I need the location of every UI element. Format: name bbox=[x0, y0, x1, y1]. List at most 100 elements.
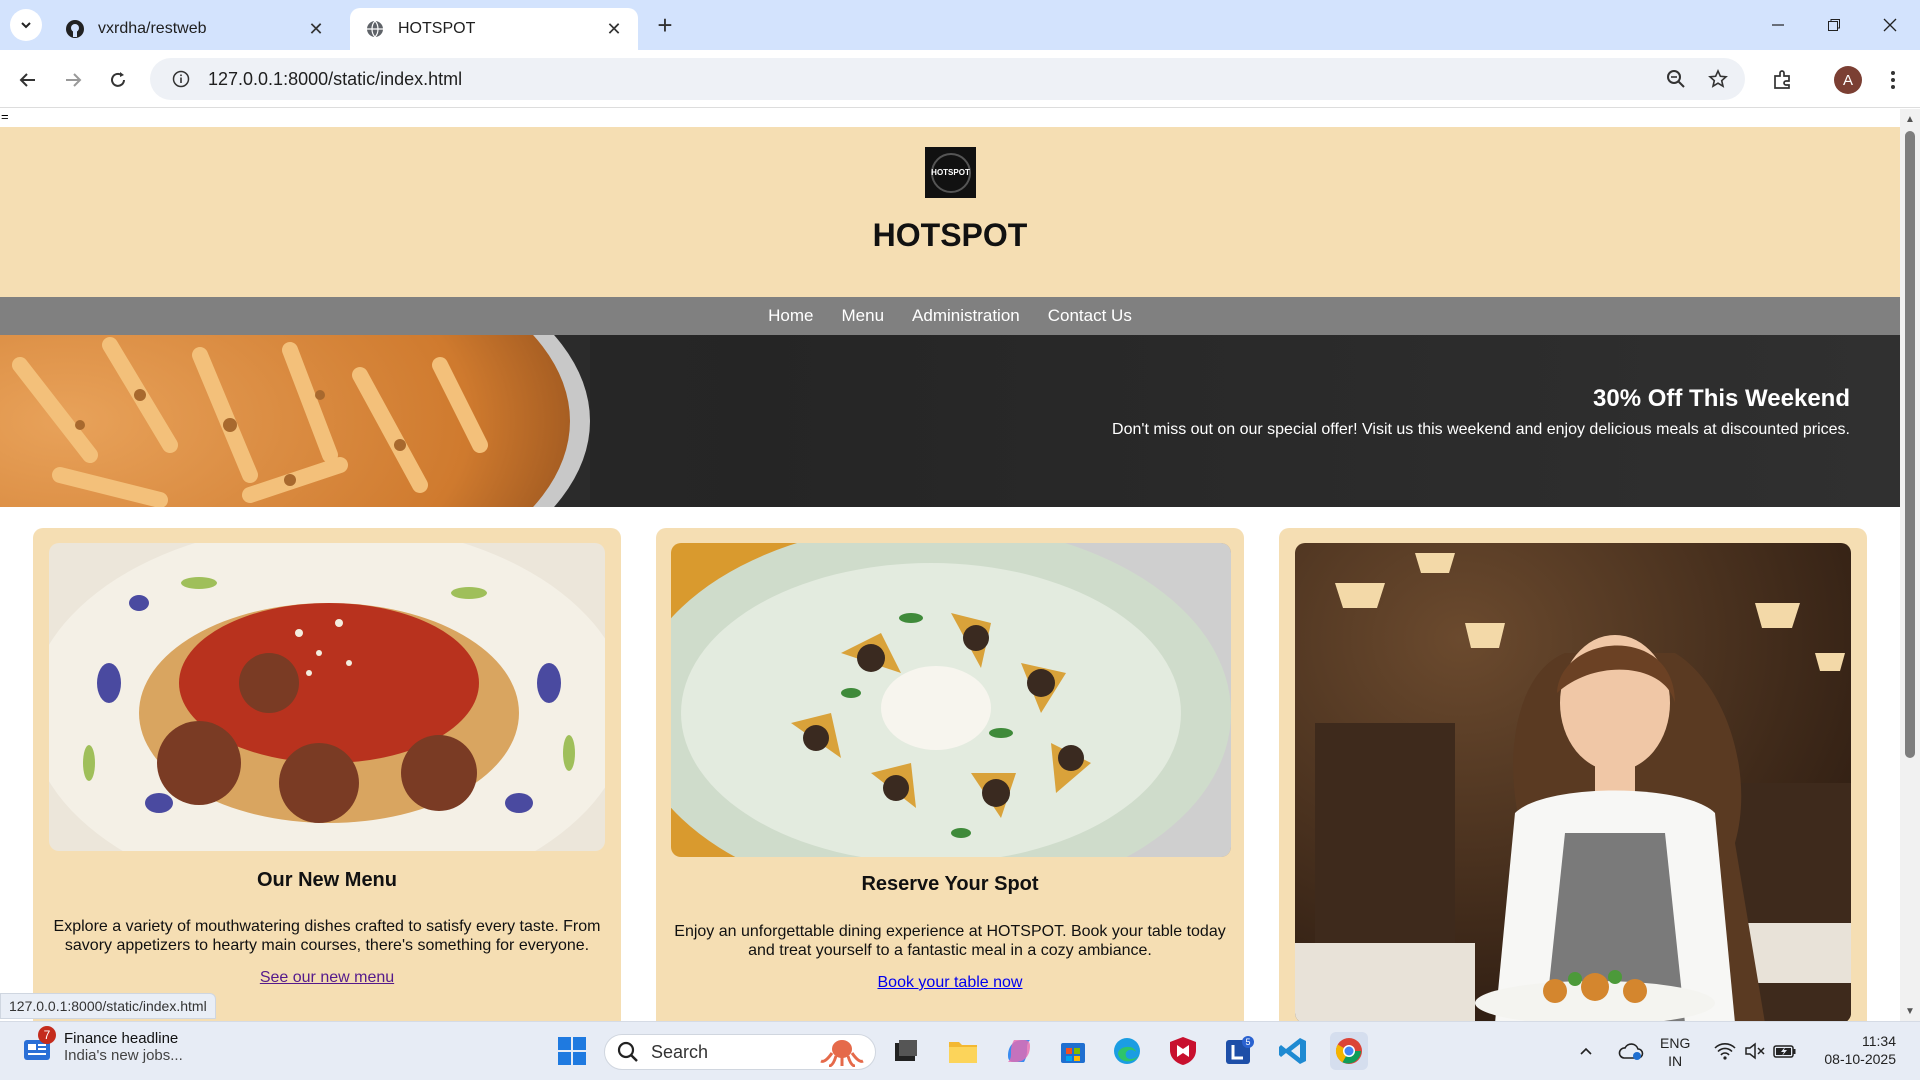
taskbar-search[interactable]: Search bbox=[604, 1034, 876, 1070]
l-app-icon: 5 bbox=[1226, 1036, 1254, 1064]
pasta-bowl-image bbox=[0, 335, 590, 507]
scroll-up-icon[interactable]: ▲ bbox=[1904, 113, 1916, 125]
restore-icon bbox=[1828, 19, 1840, 31]
news-badge: 7 bbox=[38, 1026, 56, 1044]
news-subtitle: India's new jobs... bbox=[64, 1047, 183, 1064]
site-header: HOTSPOT HOTSPOT bbox=[0, 127, 1900, 297]
page-viewport: = HOTSPOT HOTSPOT Home Menu Administrati… bbox=[0, 109, 1920, 1021]
nav-home[interactable]: Home bbox=[768, 306, 813, 326]
volume-button[interactable] bbox=[1740, 1032, 1770, 1070]
wifi-button[interactable] bbox=[1710, 1032, 1740, 1070]
url-text: 127.0.0.1:8000/static/index.html bbox=[208, 68, 463, 89]
tab-title: vxrdha/restweb bbox=[98, 20, 207, 37]
reload-icon bbox=[111, 72, 125, 87]
clock-time: 11:34 bbox=[1862, 1033, 1896, 1049]
windows-icon bbox=[558, 1037, 586, 1065]
browser-toolbar: 127.0.0.1:8000/static/index.html A bbox=[0, 50, 1920, 108]
arrow-left-icon bbox=[19, 73, 35, 87]
site-info-icon[interactable] bbox=[170, 68, 192, 90]
more-menu-icon[interactable] bbox=[1877, 64, 1909, 96]
folder-icon bbox=[949, 1042, 977, 1063]
battery-charging-icon bbox=[1773, 1045, 1796, 1058]
nav-menu[interactable]: Menu bbox=[842, 306, 885, 326]
chrome-icon bbox=[1335, 1038, 1362, 1064]
link-status-bar: 127.0.0.1:8000/static/index.html bbox=[0, 993, 216, 1019]
news-icon: 7 bbox=[22, 1026, 56, 1062]
search-icon bbox=[617, 1041, 638, 1062]
github-icon bbox=[64, 18, 86, 40]
promo-title: 30% Off This Weekend bbox=[1593, 385, 1850, 412]
file-explorer-button[interactable] bbox=[944, 1032, 982, 1070]
search-label: Search bbox=[651, 1041, 709, 1062]
card-text: Enjoy an unforgettable dining experience… bbox=[674, 923, 1226, 959]
store-icon bbox=[1061, 1043, 1085, 1063]
chevron-up-icon bbox=[1580, 1047, 1592, 1055]
site-title: HOTSPOT bbox=[872, 217, 1028, 253]
windows-taskbar: 7 Finance headline India's new jobs... S… bbox=[0, 1021, 1920, 1080]
dumplings-image bbox=[671, 543, 1231, 857]
vscode-button[interactable] bbox=[1274, 1032, 1312, 1070]
extensions-icon[interactable] bbox=[1766, 64, 1798, 96]
spaghetti-image bbox=[49, 543, 605, 851]
new-tab-button[interactable]: + bbox=[650, 10, 680, 40]
lang-line1: ENG bbox=[1660, 1035, 1691, 1051]
copilot-button[interactable] bbox=[1000, 1032, 1038, 1070]
copilot-icon bbox=[1008, 1040, 1030, 1062]
reload-button[interactable] bbox=[102, 64, 134, 96]
nav-administration[interactable]: Administration bbox=[912, 306, 1020, 326]
store-badge: 5 bbox=[1245, 1037, 1250, 1047]
tab-search-button[interactable] bbox=[10, 9, 42, 41]
clock[interactable]: 11:34 08-10-2025 bbox=[1808, 1032, 1908, 1068]
mcafee-button[interactable] bbox=[1164, 1032, 1202, 1070]
show-hidden-icons-button[interactable] bbox=[1572, 1032, 1600, 1070]
see-new-menu-link[interactable]: See our new menu bbox=[33, 969, 621, 987]
mcafee-shield-icon bbox=[1170, 1037, 1196, 1065]
chrome-button[interactable] bbox=[1330, 1032, 1368, 1070]
restore-button[interactable] bbox=[1806, 0, 1862, 50]
close-icon[interactable]: ✕ bbox=[604, 19, 624, 39]
chevron-down-icon bbox=[21, 22, 31, 29]
close-window-button[interactable] bbox=[1862, 0, 1918, 50]
octopus-icon bbox=[820, 1040, 864, 1067]
tab-hotspot[interactable]: HOTSPOT ✕ bbox=[350, 8, 638, 50]
edge-button[interactable] bbox=[1108, 1032, 1146, 1070]
lang-line2: IN bbox=[1668, 1053, 1683, 1069]
tab-title: HOTSPOT bbox=[398, 20, 476, 37]
card-text: Explore a variety of mouthwatering dishe… bbox=[53, 918, 601, 954]
minimize-button[interactable] bbox=[1750, 0, 1806, 50]
promo-banner: 30% Off This Weekend Don't miss out on o… bbox=[0, 335, 1900, 507]
waitress-image bbox=[1295, 543, 1851, 1021]
stray-text: = bbox=[1, 109, 9, 124]
language-indicator[interactable]: ENG IN bbox=[1660, 1034, 1690, 1070]
news-widget[interactable]: 7 Finance headline India's new jobs... bbox=[22, 1026, 183, 1064]
minimize-icon bbox=[1772, 24, 1784, 26]
forward-button[interactable] bbox=[57, 64, 89, 96]
start-button[interactable] bbox=[553, 1032, 591, 1070]
wifi-icon bbox=[1714, 1043, 1736, 1060]
scrollbar-thumb[interactable] bbox=[1905, 131, 1915, 758]
tab-github[interactable]: vxrdha/restweb ✕ bbox=[50, 8, 340, 50]
close-icon bbox=[1883, 18, 1897, 32]
zoom-icon[interactable] bbox=[1664, 67, 1688, 91]
battery-button[interactable] bbox=[1770, 1032, 1800, 1070]
vscode-icon bbox=[1279, 1038, 1306, 1064]
task-view-icon bbox=[895, 1040, 917, 1061]
card-waitress bbox=[1279, 528, 1867, 1021]
arrow-right-icon bbox=[66, 73, 82, 87]
browser-tab-bar: vxrdha/restweb ✕ HOTSPOT ✕ + bbox=[0, 0, 1920, 50]
nav-contact-us[interactable]: Contact Us bbox=[1048, 306, 1132, 326]
task-view-button[interactable] bbox=[887, 1032, 925, 1070]
page-scrollbar[interactable]: ▲ ▼ bbox=[1900, 109, 1920, 1021]
l-app-button[interactable]: 5 bbox=[1220, 1032, 1258, 1070]
profile-avatar[interactable]: A bbox=[1834, 66, 1862, 94]
back-button[interactable] bbox=[12, 64, 44, 96]
onedrive-button[interactable] bbox=[1616, 1032, 1646, 1070]
store-button[interactable] bbox=[1054, 1032, 1092, 1070]
book-table-link[interactable]: Book your table now bbox=[656, 974, 1244, 992]
logo-emblem: HOTSPOT bbox=[930, 152, 971, 193]
scroll-down-icon[interactable]: ▼ bbox=[1904, 1005, 1916, 1017]
promo-text: Don't miss out on our special offer! Vis… bbox=[1112, 421, 1850, 438]
address-bar[interactable]: 127.0.0.1:8000/static/index.html bbox=[150, 58, 1745, 100]
bookmark-star-icon[interactable] bbox=[1706, 67, 1730, 91]
close-icon[interactable]: ✕ bbox=[306, 19, 326, 39]
